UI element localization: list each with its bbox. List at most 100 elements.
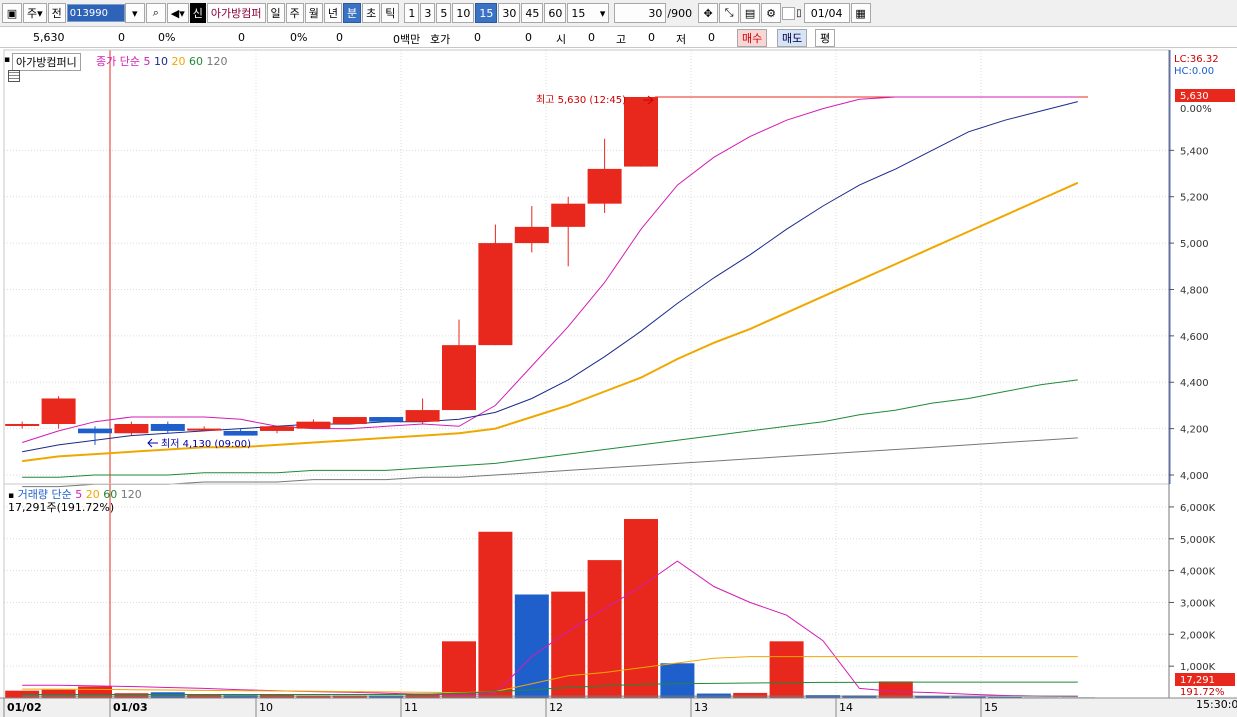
price-tick-label: 5,000 (1180, 239, 1209, 250)
volume-tick-label: 4,000K (1180, 567, 1216, 578)
trade-amount: 0백만 (393, 33, 421, 46)
candle-body (332, 417, 367, 424)
volume-tick-label: 3,000K (1180, 598, 1216, 609)
volume-bar (733, 692, 768, 698)
interval-dropdown-value: 15 (571, 6, 586, 20)
candle-body (187, 428, 222, 431)
chevron-down-icon: ▾ (179, 6, 185, 20)
stock-code-input[interactable] (66, 4, 125, 22)
page-total: /900 (667, 6, 693, 20)
code-dropdown[interactable]: ▾ (124, 3, 145, 23)
ma-5-label: 5 (143, 55, 151, 68)
candle-body (150, 423, 185, 431)
page-count-value: 30 (648, 6, 663, 20)
lc-label: LC:36.32 (1174, 54, 1219, 65)
high-marker: 최고 5,630 (12:45) (536, 94, 626, 106)
period-day[interactable]: 일 (266, 3, 285, 23)
interval-1[interactable]: 1 (404, 3, 420, 23)
volume: 0 (238, 31, 245, 44)
volume-tick-label: 1,000K (1180, 662, 1216, 673)
candle-body (587, 168, 622, 204)
price-tick-label: 4,600 (1180, 332, 1209, 343)
price-change: 0 (118, 31, 125, 44)
volume-tick-label: 5,000K (1180, 535, 1216, 546)
volume-bar (624, 519, 658, 698)
volume-2: 0 (336, 31, 343, 44)
interval-15[interactable]: 15 (475, 3, 498, 23)
candle-body (551, 203, 586, 227)
period-month[interactable]: 월 (304, 3, 323, 23)
date-input[interactable]: 01/04 (803, 3, 850, 23)
draw-tool-icon[interactable]: ⤡ (719, 3, 740, 23)
period-year[interactable]: 년 (323, 3, 343, 23)
volume-tick-label: 2,000K (1180, 630, 1216, 641)
change-rate: 0% (158, 31, 176, 44)
price-tick-label: 4,800 (1180, 285, 1209, 296)
date-label: 13 (694, 701, 708, 714)
ma-10-label: 10 (153, 55, 168, 68)
new-badge: 신 (189, 3, 206, 23)
volume-bar (587, 560, 622, 698)
chart-area[interactable]: 4,000 4,200 4,400 4,600 4,800 5,000 5,200 5,400… (0, 49, 1237, 717)
speaker-icon: ◀ (170, 6, 180, 20)
date-label: 01/02 (7, 701, 42, 714)
volume-tag: 17,291 (1180, 675, 1215, 686)
save-icon[interactable]: ▤ (740, 3, 761, 23)
buy-button[interactable]: 매수 (737, 29, 768, 47)
chevron-down-icon: ▾ (599, 6, 606, 20)
candle-body (442, 345, 476, 411)
calendar-icon[interactable]: ▦ (850, 3, 871, 23)
mode-select[interactable]: 주 ▾ (23, 3, 47, 23)
crosshair-icon[interactable]: ✥ (698, 3, 719, 23)
period-week[interactable]: 주 (285, 3, 304, 23)
layout-icon[interactable]: ▣ (2, 3, 22, 23)
sound-toggle[interactable]: ◀ ▾ (166, 3, 189, 23)
vol-ma-120-label: 120 (120, 488, 142, 501)
ma-title: 종가 단순 (96, 55, 140, 68)
volume-bar (442, 641, 476, 698)
low-marker: 최저 4,130 (09:00) (161, 438, 251, 450)
search-icon[interactable]: ⌕ (145, 3, 166, 23)
volume-bar (150, 692, 185, 698)
candle-body (478, 243, 513, 346)
interval-3[interactable]: 3 (420, 3, 436, 23)
period-tick[interactable]: 틱 (381, 3, 400, 23)
settings-gear-icon[interactable]: ⚙ (761, 3, 782, 23)
low-value: 0 (708, 31, 715, 44)
interval-10[interactable]: 10 (452, 3, 475, 23)
high-value: 0 (648, 31, 655, 44)
ma-20-label: 20 (171, 55, 186, 68)
interval-60[interactable]: 60 (544, 3, 567, 23)
hc-label: HC:0.00 (1174, 66, 1214, 77)
low-label: 저 (676, 33, 687, 46)
page-count-input[interactable]: 30 (614, 3, 667, 23)
sell-button[interactable]: 매도 (777, 29, 808, 47)
candle-body (405, 410, 440, 422)
candle-body (223, 430, 258, 436)
dot-icon: ▪ (4, 55, 11, 65)
interval-30[interactable]: 30 (498, 3, 521, 23)
volume-rate: 0% (290, 31, 308, 44)
interval-5[interactable]: 5 (436, 3, 452, 23)
table-icon[interactable] (8, 70, 20, 82)
stock-label: 아가방컴퍼니 (12, 53, 81, 71)
price-ma-legend: 종가 단순 5 10 20 60 120 (96, 53, 227, 69)
volume-value-text: 17,291주(191.72%) (8, 501, 115, 514)
date-label: 10 (259, 701, 273, 714)
date-label: 12 (549, 701, 563, 714)
date-label: 14 (839, 701, 853, 714)
period-minute[interactable]: 분 (343, 3, 362, 23)
avg-button[interactable]: 평 (815, 29, 836, 47)
prev-button[interactable]: 전 (47, 3, 66, 23)
date-checkbox[interactable] (782, 6, 796, 20)
interval-dropdown[interactable]: 15 ▾ (567, 3, 610, 23)
price-tick-label: 4,200 (1180, 425, 1209, 436)
period-second[interactable]: 초 (362, 3, 381, 23)
mode-label: 주 (27, 7, 38, 20)
candle-body (369, 417, 404, 422)
date-label: 01/03 (113, 701, 148, 714)
volume-rate-tag: 191.72% (1180, 687, 1225, 698)
company-name: 아가방컴퍼 (206, 3, 266, 23)
candle-body (514, 226, 549, 244)
interval-45[interactable]: 45 (521, 3, 544, 23)
